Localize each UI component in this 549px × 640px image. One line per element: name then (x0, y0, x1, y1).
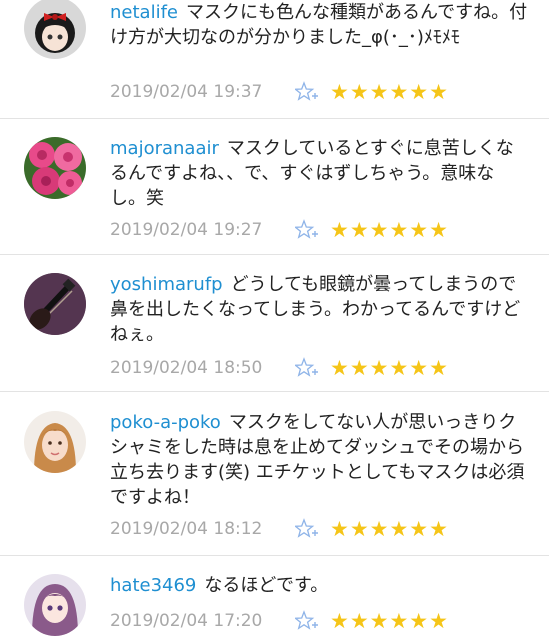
username-link[interactable]: poko-a-poko (110, 412, 221, 433)
avatar[interactable] (24, 137, 86, 199)
username-link[interactable]: yoshimarufp (110, 274, 223, 295)
add-favorite-star-icon[interactable] (295, 219, 319, 241)
woman-portrait-avatar-icon (24, 411, 86, 473)
comment-date: 2019/02/04 19:37 (110, 82, 263, 102)
add-favorite-star-icon[interactable] (295, 357, 319, 379)
comment-item: netalife マスクにも色んな種類があるんですね。付け方が大切なのが分かりまし… (0, 0, 549, 119)
comment-body: なるほどです。 (204, 575, 329, 596)
comment-text: poko-a-poko マスクをしてない人が思いっきりクシャミをした時は息を止めて… (110, 410, 529, 510)
comment-item: yoshimarufp どうしても眼鏡が曇ってしまうので鼻を出したくなってしまう。… (0, 255, 549, 392)
comment-text: netalife マスクにも色んな種類があるんですね。付け方が大切なのが分かりまし… (110, 0, 529, 50)
username-link[interactable]: hate3469 (110, 575, 196, 596)
avatar[interactable] (24, 574, 86, 636)
add-favorite-star-icon[interactable] (295, 518, 319, 540)
add-favorite-star-icon[interactable] (295, 610, 319, 632)
avatar[interactable] (24, 273, 86, 335)
comment-item: majoranaair マスクしているとすぐに息苦しくなるんですよね、、で、すぐは… (0, 119, 549, 255)
comment-text: majoranaair マスクしているとすぐに息苦しくなるんですよね、、で、すぐは… (110, 136, 529, 211)
star-rating: ★★★★★★ (330, 80, 449, 104)
comment-meta: 2019/02/04 18:50 ★★★★★★ (110, 355, 529, 381)
comment-meta: 2019/02/04 18:12 ★★★★★★ (110, 516, 529, 542)
anime-girl-red-bow-avatar-icon (24, 0, 86, 59)
avatar[interactable] (24, 411, 86, 473)
comment-meta: 2019/02/04 19:27 ★★★★★★ (110, 217, 529, 243)
pink-roses-avatar-icon (24, 137, 86, 199)
comment-meta: 2019/02/04 17:20 ★★★★★★ (110, 608, 529, 634)
username-link[interactable]: majoranaair (110, 138, 219, 159)
comment-text: hate3469 なるほどです。 (110, 573, 529, 598)
comment-date: 2019/02/04 18:50 (110, 358, 263, 378)
username-link[interactable]: netalife (110, 2, 178, 23)
star-rating: ★★★★★★ (330, 218, 449, 242)
star-rating: ★★★★★★ (330, 356, 449, 380)
comment-date: 2019/02/04 17:20 (110, 611, 263, 631)
add-favorite-star-icon[interactable] (295, 81, 319, 103)
comment-date: 2019/02/04 18:12 (110, 519, 263, 539)
star-rating: ★★★★★★ (330, 517, 449, 541)
comment-item: poko-a-poko マスクをしてない人が思いっきりクシャミをした時は息を止めて… (0, 392, 549, 556)
comment-text: yoshimarufp どうしても眼鏡が曇ってしまうので鼻を出したくなってしまう。… (110, 272, 529, 347)
guitar-avatar-icon (24, 273, 86, 335)
comment-meta: 2019/02/04 19:37 ★★★★★★ (110, 79, 529, 105)
comment-item: hate3469 なるほどです。 2019/02/04 17:20 ★★★★★★ (0, 556, 549, 640)
star-rating: ★★★★★★ (330, 609, 449, 633)
comment-date: 2019/02/04 19:27 (110, 220, 263, 240)
anime-girl-avatar-icon (24, 574, 86, 636)
avatar[interactable] (24, 0, 86, 59)
